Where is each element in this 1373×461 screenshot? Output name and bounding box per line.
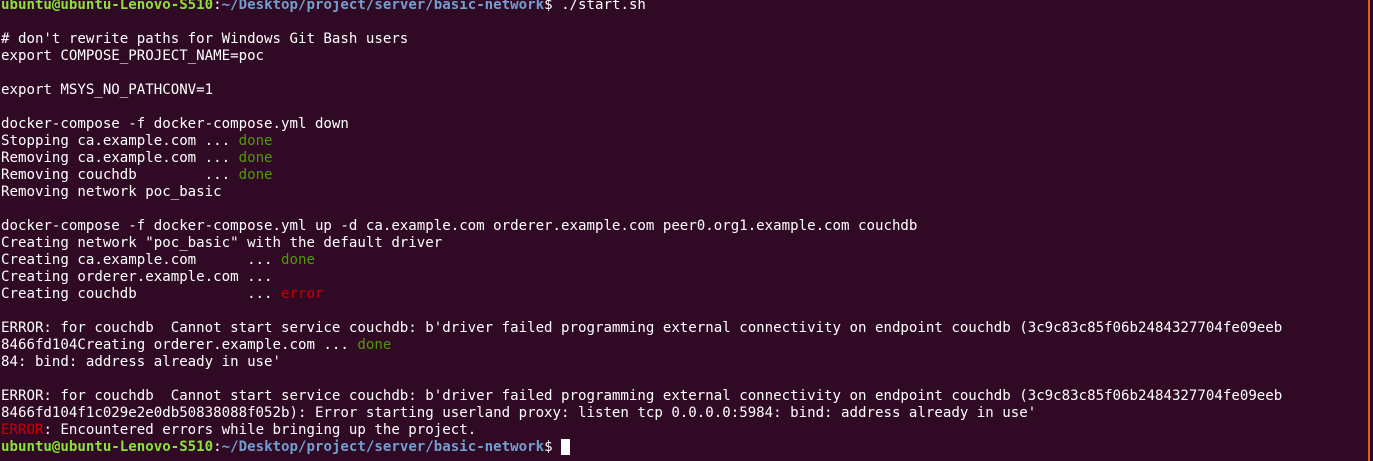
status-label: Removing couchdb ...	[1, 167, 239, 183]
terminal-line: Creating orderer.example.com ...	[1, 269, 273, 285]
status-done: done	[357, 337, 392, 353]
terminal-line-status: Creating ca.example.com ... done	[1, 252, 1367, 269]
status-label: 8466fd104Creating orderer.example.com ..…	[1, 337, 358, 353]
status-label: Removing ca.example.com ...	[1, 150, 239, 166]
terminal-line-status: 8466fd104Creating orderer.example.com ..…	[1, 337, 1367, 354]
terminal-line-status: Creating couchdb ... error	[1, 286, 1367, 303]
status-label: Creating couchdb ...	[1, 286, 282, 302]
prompt-symbol: $	[544, 439, 562, 455]
terminal-line-status: Removing ca.example.com ... done	[1, 150, 1367, 167]
prompt-path: ~/Desktop/project/server/basic-network	[221, 439, 545, 455]
terminal-window[interactable]: ubuntu@ubuntu-Lenovo-S510:~/Desktop/proj…	[0, 0, 1373, 461]
status-done: done	[238, 133, 273, 149]
terminal-line: docker-compose -f docker-compose.yml up …	[1, 218, 918, 234]
terminal-line-status: Stopping ca.example.com ... done	[1, 133, 1367, 150]
status-label: Creating ca.example.com ...	[1, 252, 282, 268]
terminal-line-error: ERROR: for couchdb Cannot start service …	[1, 320, 1283, 336]
status-done: done	[238, 167, 273, 183]
error-message: : Encountered errors while bringing up t…	[43, 422, 477, 438]
error-keyword: ERROR	[1, 422, 44, 438]
terminal-line-prompt-2[interactable]: ubuntu@ubuntu-Lenovo-S510:~/Desktop/proj…	[1, 439, 1367, 456]
status-done: done	[281, 252, 315, 268]
terminal-line-error: ERROR: Encountered errors while bringing…	[1, 422, 1367, 439]
terminal-line: docker-compose -f docker-compose.yml dow…	[1, 116, 349, 132]
terminal-output: ubuntu@ubuntu-Lenovo-S510:~/Desktop/proj…	[1, 0, 1367, 456]
terminal-line: export MSYS_NO_PATHCONV=1	[1, 82, 214, 98]
prompt-separator: :	[213, 0, 222, 13]
prompt-path: ~/Desktop/project/server/basic-network	[221, 0, 545, 13]
terminal-line: Removing network poc_basic	[1, 184, 222, 200]
status-done: done	[238, 150, 273, 166]
prompt-user-host: ubuntu@ubuntu-Lenovo-S510	[1, 0, 214, 13]
text-cursor[interactable]	[561, 439, 571, 455]
prompt-separator: :	[213, 439, 222, 455]
command-text: ./start.sh	[561, 0, 646, 13]
terminal-line-prompt-1: ubuntu@ubuntu-Lenovo-S510:~/Desktop/proj…	[1, 0, 1367, 14]
scrollbar-edge	[1368, 0, 1370, 461]
terminal-line: 8466fd104f1c029e2e0db50838088f052b): Err…	[1, 405, 1037, 421]
terminal-line: # don't rewrite paths for Windows Git Ba…	[1, 31, 409, 47]
terminal-line: 84: bind: address already in use'	[1, 354, 282, 370]
terminal-line-error: ERROR: for couchdb Cannot start service …	[1, 388, 1283, 404]
prompt-user-host: ubuntu@ubuntu-Lenovo-S510	[1, 439, 214, 455]
prompt-symbol: $	[544, 0, 562, 13]
terminal-line: Creating network "poc_basic" with the de…	[1, 235, 443, 251]
status-error: error	[281, 286, 324, 302]
terminal-line: export COMPOSE_PROJECT_NAME=poc	[1, 48, 265, 64]
terminal-line-status: Removing couchdb ... done	[1, 167, 1367, 184]
status-label: Stopping ca.example.com ...	[1, 133, 239, 149]
